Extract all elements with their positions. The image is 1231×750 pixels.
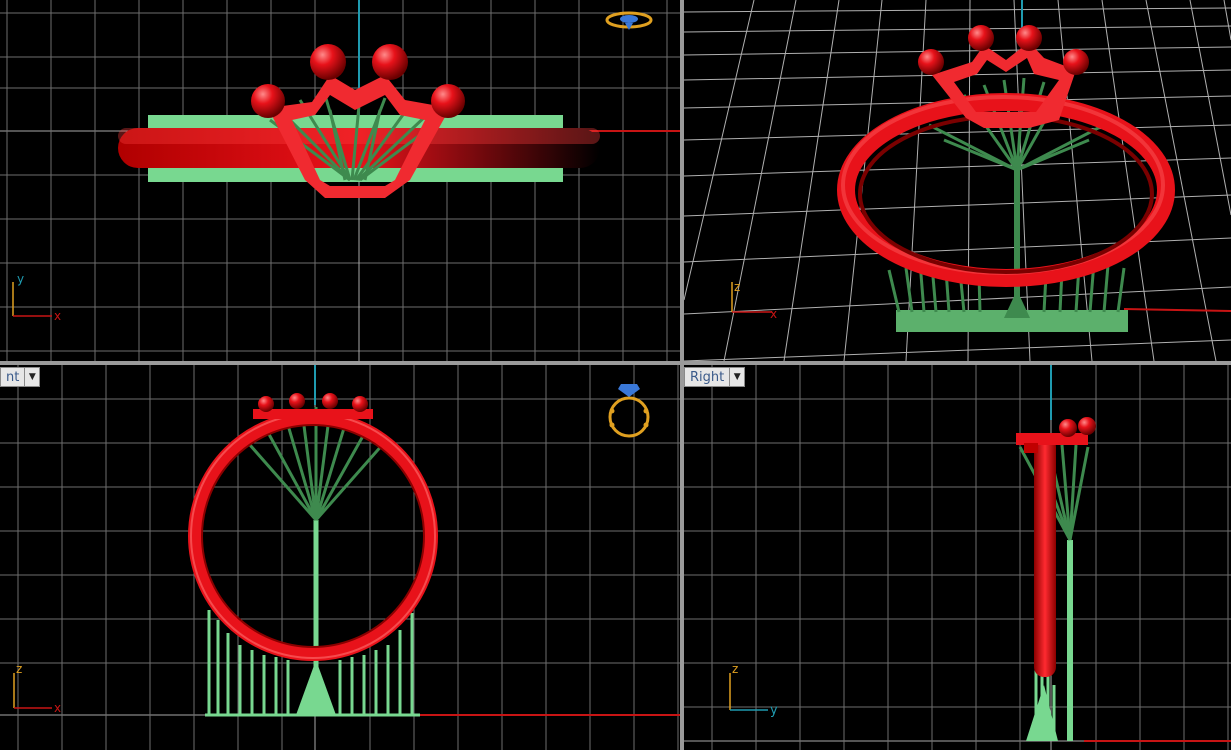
ring-diamond-icon[interactable] [608, 384, 650, 438]
axis-indicator: y x [12, 272, 61, 323]
crown-ball [431, 84, 465, 118]
axis-label-horizontal: y [770, 703, 778, 718]
crown-ball [918, 49, 944, 75]
crown-ball [1059, 419, 1077, 437]
viewport-right-canvas: z y [684, 365, 1231, 750]
crown-ball [322, 393, 338, 409]
viewport-front-canvas: z x [0, 365, 680, 750]
axis-label-vertical: z [732, 662, 738, 676]
crown-ball [352, 396, 368, 412]
viewport-tab-label: Right [690, 369, 725, 385]
axis-label-horizontal: x [770, 307, 777, 321]
crown-top [253, 409, 373, 419]
axis-indicator: z y [729, 662, 778, 718]
viewport-top[interactable]: y x [0, 0, 680, 361]
viewport-tab-label: nt [6, 369, 20, 385]
viewport-perspective-canvas: z x [684, 0, 1231, 361]
viewport-right[interactable]: z y Right ▼ [684, 365, 1231, 750]
axis-label-vertical: y [17, 272, 24, 286]
ring-band-side [1034, 437, 1056, 677]
chevron-down-icon[interactable]: ▼ [24, 368, 39, 386]
ring-view-icon[interactable] [605, 11, 653, 30]
crown-ball [968, 25, 994, 51]
crown-ball [372, 44, 408, 80]
crown-ball [1016, 25, 1042, 51]
crown-ball [310, 44, 346, 80]
crown-ball [251, 84, 285, 118]
axis-label-horizontal: x [54, 701, 61, 715]
crown-ball [289, 393, 305, 409]
viewport-tab-front[interactable]: nt ▼ [0, 367, 41, 387]
crown-ball [258, 396, 274, 412]
viewport-perspective[interactable]: z x [684, 0, 1231, 361]
axis-indicator: z x [13, 662, 61, 715]
viewport-tab-right[interactable]: Right ▼ [684, 367, 746, 387]
crown-ball [1063, 49, 1089, 75]
viewport-top-canvas: y x [0, 0, 680, 361]
axis-label-vertical: z [734, 280, 740, 294]
viewport-front[interactable]: z x nt ▼ [0, 365, 680, 750]
chevron-down-icon[interactable]: ▼ [729, 368, 744, 386]
grid [684, 365, 1231, 750]
crown-ball [1078, 417, 1096, 435]
axis-indicator: z x [731, 280, 777, 321]
axis-label-horizontal: x [54, 309, 61, 323]
axis-label-vertical: z [16, 662, 22, 676]
